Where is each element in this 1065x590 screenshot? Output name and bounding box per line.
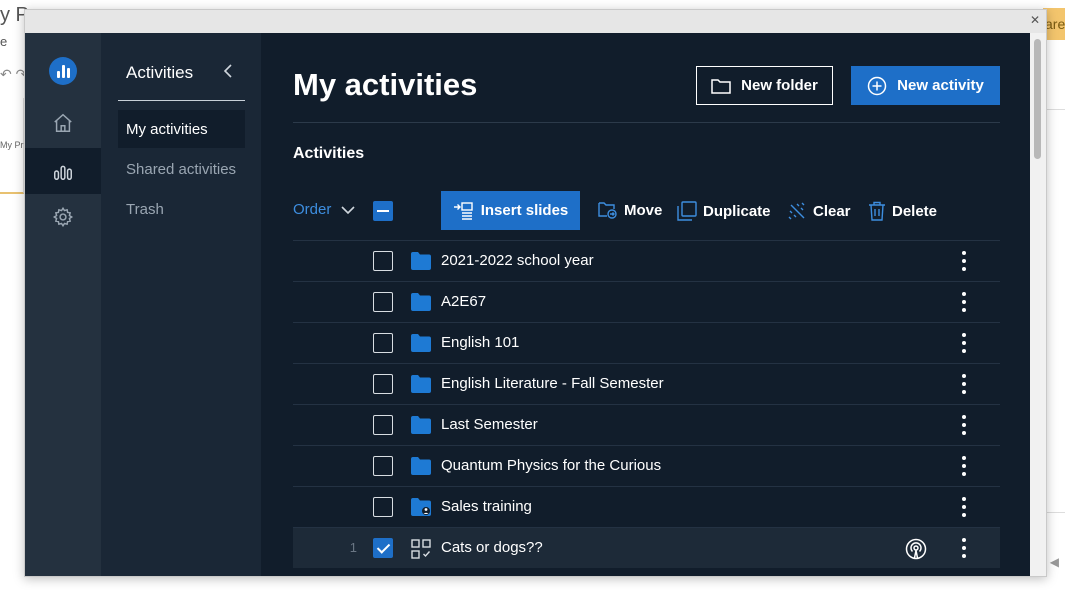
- more-options-icon[interactable]: [957, 495, 971, 519]
- home-icon[interactable]: [25, 100, 101, 146]
- trash-icon: [869, 201, 885, 221]
- new-activity-label: New activity: [897, 77, 984, 94]
- delete-button[interactable]: Delete: [868, 201, 937, 221]
- row-label[interactable]: Sales training: [441, 498, 532, 515]
- dialog-title-bar: ✕: [25, 10, 1046, 33]
- background-thumb-text: My Pr: [0, 140, 24, 150]
- nav-header: Activities: [118, 61, 245, 101]
- folder-icon: [411, 457, 431, 475]
- new-folder-button[interactable]: New folder: [696, 66, 833, 105]
- folder-icon: [411, 416, 431, 434]
- row-checkbox[interactable]: [373, 251, 393, 271]
- clear-sparkle-icon: [788, 202, 805, 220]
- more-options-icon[interactable]: [957, 536, 971, 560]
- row-checkbox[interactable]: [373, 497, 393, 517]
- header-divider: [293, 122, 1000, 123]
- row-checkbox[interactable]: [373, 374, 393, 394]
- nav-item-my-activities[interactable]: My activities: [118, 110, 245, 148]
- nav-title: Activities: [126, 63, 194, 82]
- activities-nav-panel: Activities My activities Shared activiti…: [101, 33, 261, 576]
- more-options-icon[interactable]: [957, 331, 971, 355]
- main-content: My activities New folder New activity Ac…: [261, 33, 1032, 576]
- present-live-icon[interactable]: [905, 538, 927, 560]
- insert-slides-button[interactable]: Insert slides: [441, 191, 580, 230]
- more-options-icon[interactable]: [957, 249, 971, 273]
- row-label[interactable]: A2E67: [441, 293, 486, 310]
- close-icon[interactable]: ✕: [1030, 13, 1040, 27]
- icon-rail: [25, 33, 101, 576]
- folder-row[interactable]: English Literature - Fall Semester: [293, 363, 1000, 404]
- folder-outline-icon: [711, 78, 731, 94]
- row-label[interactable]: Last Semester: [441, 416, 538, 433]
- row-label[interactable]: Quantum Physics for the Curious: [441, 457, 661, 474]
- chevron-down-icon: [341, 205, 355, 214]
- activity-row[interactable]: 1 Cats or dogs??: [293, 527, 1000, 568]
- activity-list: 2021-2022 school year A2E67 English 101 Eng…: [293, 240, 1000, 568]
- settings-gear-icon[interactable]: [25, 194, 101, 240]
- duplicate-label: Duplicate: [703, 202, 771, 220]
- clear-label: Clear: [813, 202, 851, 220]
- folder-row[interactable]: 2021-2022 school year: [293, 240, 1000, 281]
- new-activity-button[interactable]: New activity: [851, 66, 1000, 105]
- folder-icon: [411, 375, 431, 393]
- row-label[interactable]: Cats or dogs??: [441, 539, 543, 556]
- page-title: My activities: [293, 67, 478, 102]
- nav-item-shared-activities[interactable]: Shared activities: [118, 150, 245, 188]
- chevron-left-icon[interactable]: [223, 63, 233, 84]
- insert-slides-label: Insert slides: [480, 202, 569, 219]
- folder-icon: [411, 293, 431, 311]
- app-container: Activities My activities Shared activiti…: [25, 33, 1032, 576]
- background-collapse-icon: ◀: [1049, 555, 1059, 569]
- select-all-checkbox[interactable]: [373, 201, 393, 221]
- activities-nav-icon[interactable]: [25, 148, 101, 194]
- folder-icon: [411, 252, 431, 270]
- row-checkbox[interactable]: [373, 333, 393, 353]
- folder-row[interactable]: A2E67: [293, 281, 1000, 322]
- order-dropdown[interactable]: Order: [293, 201, 355, 218]
- folder-row[interactable]: English 101: [293, 322, 1000, 363]
- row-checkbox[interactable]: [373, 292, 393, 312]
- folder-row[interactable]: Sales training: [293, 486, 1000, 527]
- more-options-icon[interactable]: [957, 372, 971, 396]
- background-subtitle: e: [0, 34, 8, 49]
- order-label: Order: [293, 201, 332, 218]
- row-checkbox[interactable]: [373, 538, 393, 558]
- shared-folder-icon: [411, 498, 431, 516]
- duplicate-icon: [677, 201, 697, 221]
- row-label[interactable]: 2021-2022 school year: [441, 252, 594, 269]
- new-folder-label: New folder: [741, 77, 818, 94]
- move-button[interactable]: Move: [598, 201, 662, 219]
- plus-circle-icon: [867, 76, 887, 95]
- duplicate-button[interactable]: Duplicate: [677, 201, 771, 221]
- section-title: Activities: [293, 145, 365, 162]
- folder-row[interactable]: Quantum Physics for the Curious: [293, 445, 1000, 486]
- row-checkbox[interactable]: [373, 415, 393, 435]
- row-label[interactable]: English Literature - Fall Semester: [441, 375, 664, 392]
- more-options-icon[interactable]: [957, 413, 971, 437]
- move-label: Move: [624, 201, 663, 219]
- row-number: 1: [349, 540, 357, 555]
- folder-icon: [411, 334, 431, 352]
- delete-label: Delete: [892, 202, 938, 220]
- activities-dialog: ✕ Activities My activities Shared activi…: [24, 9, 1047, 577]
- dialog-scrollbar[interactable]: [1030, 33, 1046, 576]
- insert-slides-icon: [453, 201, 473, 220]
- row-checkbox[interactable]: [373, 456, 393, 476]
- folder-row[interactable]: Last Semester: [293, 404, 1000, 445]
- logo-icon[interactable]: [49, 57, 77, 85]
- scrollbar-thumb[interactable]: [1034, 39, 1041, 159]
- move-folder-icon: [598, 202, 617, 219]
- more-options-icon[interactable]: [957, 454, 971, 478]
- clear-button[interactable]: Clear: [787, 201, 851, 221]
- nav-item-trash[interactable]: Trash: [118, 190, 245, 228]
- row-label[interactable]: English 101: [441, 334, 519, 351]
- activity-icon: [411, 539, 431, 559]
- more-options-icon[interactable]: [957, 290, 971, 314]
- list-toolbar: Order Insert slides Move Duplicate Clear…: [293, 191, 1000, 231]
